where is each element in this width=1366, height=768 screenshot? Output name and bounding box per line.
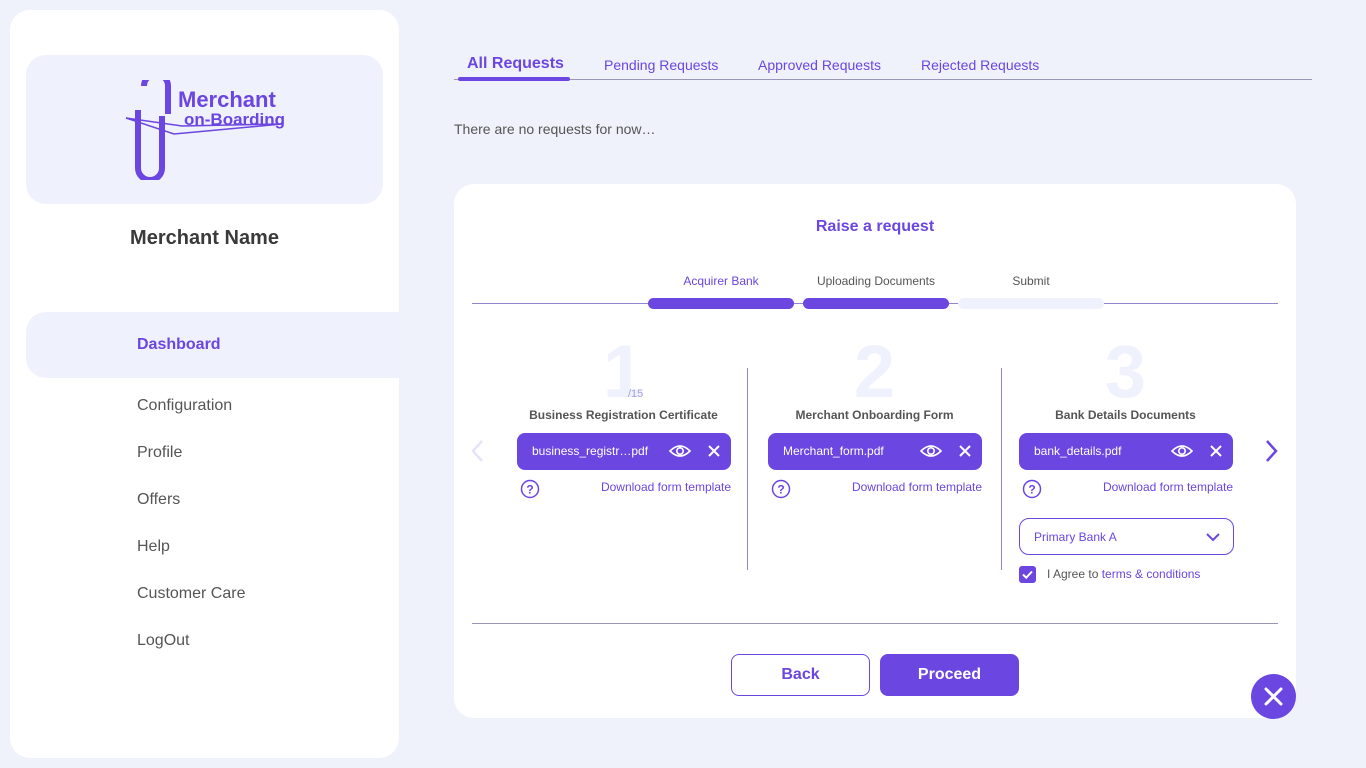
sidebar-item-logout[interactable]: LogOut	[137, 630, 245, 677]
empty-requests-message: There are no requests for now…	[454, 121, 656, 137]
request-tabs: All Requests Pending Requests Approved R…	[454, 50, 1312, 81]
carousel-prev-icon[interactable]	[470, 439, 484, 463]
uploaded-file-2: Merchant_form.pdf	[768, 433, 982, 470]
logo-line2: on-Boarding	[184, 110, 285, 129]
step-label-submit: Submit	[1012, 274, 1050, 288]
card-title: Raise a request	[815, 218, 935, 235]
sidebar-item-dashboard[interactable]: Dashboard	[26, 312, 399, 378]
remove-file-icon[interactable]	[957, 443, 973, 459]
eye-icon[interactable]	[1171, 443, 1193, 459]
sidebar-item-help[interactable]: Help	[137, 536, 245, 583]
column-divider	[747, 368, 748, 570]
merchant-onboarding-logo: Merchant on-Boarding	[125, 80, 285, 180]
card-footer-divider	[472, 623, 1278, 624]
sidebar-item-customer-care[interactable]: Customer Care	[137, 583, 245, 630]
sidebar-profile-panel: Merchant on-Boarding Merchant Name	[10, 10, 399, 311]
sidebar-item-label: Dashboard	[137, 336, 221, 353]
column-1-title: Business Registration Certificate	[529, 408, 718, 422]
column-3-title: Bank Details Documents	[1055, 408, 1196, 422]
remove-file-icon[interactable]	[706, 443, 722, 459]
raise-request-card: Raise a request Acquirer Bank Uploading …	[454, 184, 1296, 718]
agree-text: I Agree to terms & conditions	[1047, 567, 1200, 581]
eye-icon[interactable]	[920, 443, 942, 459]
sidebar-item-configuration[interactable]: Configuration	[137, 395, 245, 442]
column-3-number: 3	[1104, 330, 1147, 413]
step-bar-1	[648, 298, 794, 309]
step-bar-3	[958, 298, 1104, 309]
uploaded-file-3: bank_details.pdf	[1019, 433, 1233, 470]
tab-approved-requests[interactable]: Approved Requests	[758, 57, 881, 73]
tab-pending-requests[interactable]: Pending Requests	[604, 57, 718, 73]
file-name: business_registr…pdf	[532, 444, 649, 458]
download-template-link-1[interactable]: Download form template	[531, 480, 731, 494]
step-bar-2	[803, 298, 949, 309]
step-label-uploading-documents: Uploading Documents	[816, 274, 936, 288]
agree-prefix: I Agree to	[1047, 567, 1102, 581]
uploaded-file-1: business_registr…pdf	[517, 433, 731, 470]
tab-rejected-requests[interactable]: Rejected Requests	[921, 57, 1039, 73]
terms-link[interactable]: terms & conditions	[1102, 567, 1201, 581]
active-tab-indicator	[458, 77, 570, 81]
chevron-down-icon	[1206, 533, 1220, 542]
checkmark-icon	[1022, 570, 1033, 580]
proceed-button[interactable]: Proceed	[880, 654, 1019, 696]
bank-select-value: Primary Bank A	[1034, 530, 1117, 544]
download-template-link-3[interactable]: Download form template	[1033, 480, 1233, 494]
column-1-page-count: /15	[628, 388, 644, 400]
step-label-acquirer-bank: Acquirer Bank	[683, 274, 759, 288]
logo-line1: Merchant	[178, 87, 276, 112]
remove-file-icon[interactable]	[1208, 443, 1224, 459]
download-template-link-2[interactable]: Download form template	[782, 480, 982, 494]
agree-checkbox[interactable]	[1019, 566, 1036, 583]
sidebar: Merchant on-Boarding Merchant Name Dashb…	[10, 10, 399, 758]
close-button[interactable]	[1251, 674, 1296, 719]
logo-box: Merchant on-Boarding	[26, 55, 383, 204]
file-name: Merchant_form.pdf	[783, 444, 884, 458]
back-button[interactable]: Back	[731, 654, 870, 696]
column-2-number: 2	[853, 330, 896, 413]
eye-icon[interactable]	[669, 443, 691, 459]
merchant-name: Merchant Name	[130, 227, 279, 249]
tab-all-requests[interactable]: All Requests	[467, 55, 564, 73]
sidebar-nav: Configuration Profile Offers Help Custom…	[137, 395, 245, 677]
sidebar-item-offers[interactable]: Offers	[137, 489, 245, 536]
bank-select[interactable]: Primary Bank A	[1019, 518, 1234, 555]
column-1-number: 1	[602, 330, 645, 413]
file-name: bank_details.pdf	[1034, 444, 1122, 458]
close-icon	[1264, 687, 1283, 706]
column-2-title: Merchant Onboarding Form	[795, 408, 954, 422]
carousel-next-icon[interactable]	[1265, 439, 1279, 463]
sidebar-item-profile[interactable]: Profile	[137, 442, 245, 489]
